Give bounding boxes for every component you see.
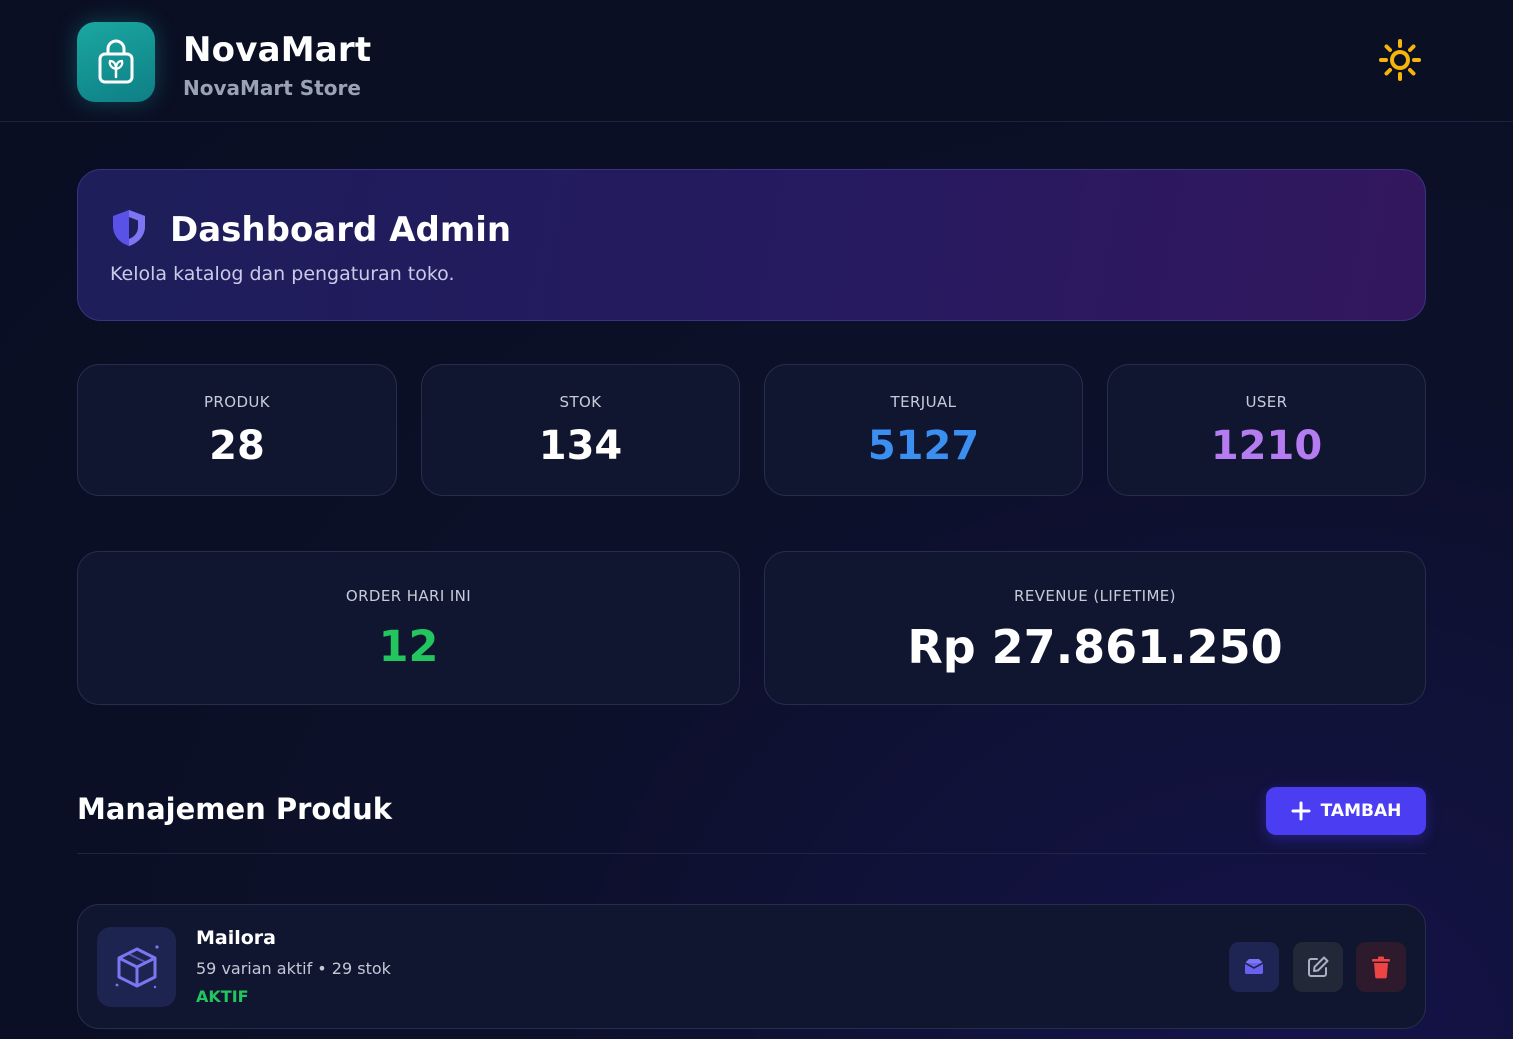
shopping-bag-icon[interactable]: [77, 22, 155, 102]
edit-product-button[interactable]: [1293, 942, 1343, 992]
stat-card-produk: PRODUK 28: [77, 364, 397, 496]
stat-card-stok: STOK 134: [421, 364, 740, 496]
section-title: Manajemen Produk: [77, 792, 393, 826]
stat-value: 28: [209, 423, 265, 469]
product-status-badge: AKTIF: [196, 987, 249, 1006]
dashboard-hero: Dashboard Admin Kelola katalog dan penga…: [77, 169, 1426, 321]
stat-card-revenue: REVENUE (LIFETIME) Rp 27.861.250: [764, 551, 1426, 705]
stat-card-user: USER 1210: [1107, 364, 1426, 496]
sun-icon: [1379, 39, 1421, 81]
stat-card-terjual: TERJUAL 5127: [764, 364, 1083, 496]
manage-variants-button[interactable]: [1229, 942, 1279, 992]
section-divider: [77, 853, 1426, 854]
page-title: Dashboard Admin: [170, 210, 512, 250]
brand-name: NovaMart: [183, 30, 372, 70]
add-product-button[interactable]: TAMBAH: [1266, 787, 1426, 835]
stat-value: 134: [538, 423, 623, 469]
stat-label: ORDER HARI INI: [345, 587, 472, 605]
stat-value: 12: [378, 622, 439, 672]
stat-label: STOK: [559, 393, 602, 411]
stat-label: USER: [1245, 393, 1288, 411]
product-meta: 59 varian aktif • 29 stok: [196, 959, 391, 978]
page-subtitle: Kelola katalog dan pengaturan toko.: [110, 263, 455, 285]
stat-value: 1210: [1210, 423, 1323, 469]
theme-toggle-button[interactable]: [1378, 38, 1422, 82]
stat-value: 5127: [867, 423, 980, 469]
app-header: NovaMart NovaMart Store: [0, 0, 1513, 122]
product-list-item[interactable]: Mailora 59 varian aktif • 29 stok AKTIF: [77, 904, 1426, 1029]
product-thumbnail: [97, 927, 176, 1007]
product-name: Mailora: [196, 927, 276, 949]
add-button-label: TAMBAH: [1320, 801, 1402, 821]
trash-icon: [1372, 956, 1390, 979]
stat-value: Rp 27.861.250: [907, 620, 1283, 674]
stat-label: REVENUE (LIFETIME): [1014, 587, 1176, 605]
edit-icon: [1308, 956, 1329, 977]
delete-product-button[interactable]: [1356, 942, 1406, 992]
stat-label: PRODUK: [203, 393, 271, 411]
stat-card-order-hari-ini: ORDER HARI INI 12: [77, 551, 740, 705]
cube-icon: [115, 945, 159, 989]
stat-label: TERJUAL: [890, 393, 957, 411]
shield-icon: [113, 210, 145, 246]
brand-subtitle: NovaMart Store: [183, 76, 361, 100]
plus-icon: [1291, 801, 1311, 821]
box-icon: [1244, 959, 1264, 974]
